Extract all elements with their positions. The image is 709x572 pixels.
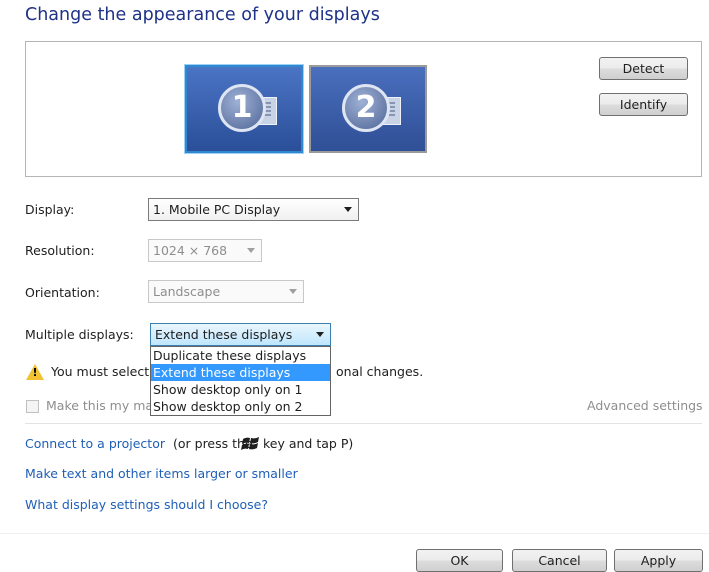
monitor-2[interactable]: 2 <box>309 65 427 153</box>
make-main-display-label: Make this my ma <box>46 398 154 413</box>
chevron-down-icon <box>316 332 324 337</box>
monitor-1[interactable]: 1 <box>185 65 303 153</box>
monitor-number-2: 2 <box>342 84 390 132</box>
display-label: Display: <box>25 202 75 217</box>
resolution-select-value: 1024 × 768 <box>153 243 228 258</box>
windows-logo-icon <box>241 437 259 450</box>
option-show-only-2[interactable]: Show desktop only on 2 <box>151 398 330 415</box>
footer-divider <box>0 533 709 534</box>
ok-button[interactable]: OK <box>416 549 503 572</box>
multiple-displays-label: Multiple displays: <box>25 327 134 342</box>
multiple-displays-select-value: Extend these displays <box>155 327 293 342</box>
chevron-down-icon <box>344 207 352 212</box>
warning-text: You must select <box>51 364 150 379</box>
monitor-number-1: 1 <box>218 84 266 132</box>
option-show-only-1[interactable]: Show desktop only on 1 <box>151 381 330 398</box>
display-help-link[interactable]: What display settings should I choose? <box>25 497 268 512</box>
page-title: Change the appearance of your displays <box>25 5 380 25</box>
connect-projector-link[interactable]: Connect to a projector <box>25 436 165 451</box>
chevron-down-icon <box>289 289 297 294</box>
resolution-select: 1024 × 768 <box>148 239 262 262</box>
text-size-link[interactable]: Make text and other items larger or smal… <box>25 466 298 481</box>
display-select-value: 1. Mobile PC Display <box>153 202 281 217</box>
orientation-select: Landscape <box>148 280 304 303</box>
option-extend[interactable]: Extend these displays <box>151 364 330 381</box>
multiple-displays-dropdown: Duplicate these displays Extend these di… <box>150 346 331 416</box>
projector-hint-tail: key and tap P) <box>263 436 354 451</box>
multiple-displays-select[interactable]: Extend these displays <box>150 323 331 346</box>
apply-button[interactable]: Apply <box>614 549 703 572</box>
identify-button[interactable]: Identify <box>599 93 688 116</box>
advanced-settings-link[interactable]: Advanced settings <box>587 398 703 413</box>
detect-button[interactable]: Detect <box>599 57 688 80</box>
display-select[interactable]: 1. Mobile PC Display <box>148 198 359 221</box>
cancel-button[interactable]: Cancel <box>512 549 607 572</box>
resolution-label: Resolution: <box>25 243 95 258</box>
option-duplicate[interactable]: Duplicate these displays <box>151 347 330 364</box>
make-main-display-checkbox[interactable] <box>26 400 39 413</box>
orientation-label: Orientation: <box>25 285 100 300</box>
chevron-down-icon <box>247 248 255 253</box>
warning-text-tail: onal changes. <box>336 364 424 379</box>
orientation-select-value: Landscape <box>153 284 221 299</box>
divider <box>25 423 702 424</box>
